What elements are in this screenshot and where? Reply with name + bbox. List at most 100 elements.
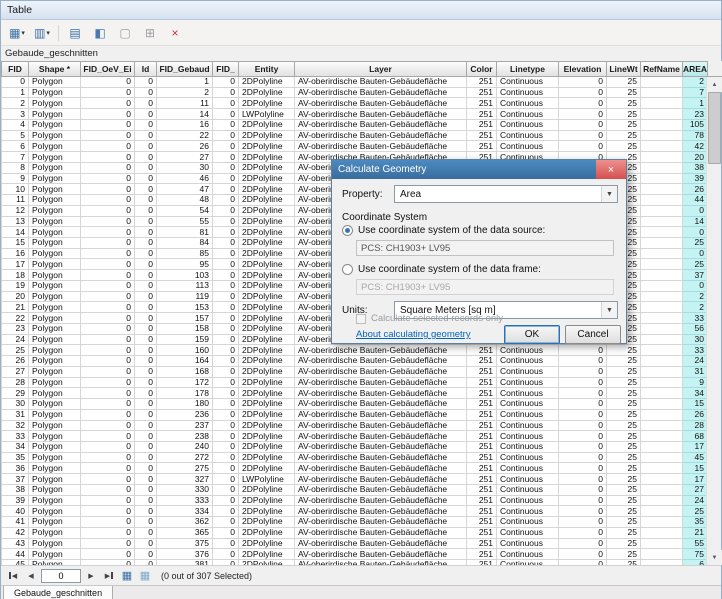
cell-fid_gebaud[interactable]: 180 xyxy=(157,399,213,410)
cell-area[interactable]: 26 xyxy=(683,410,708,421)
cell-area[interactable]: 0 xyxy=(683,281,708,292)
cell-fid_gebaud[interactable]: 333 xyxy=(157,496,213,507)
cell-id[interactable]: 0 xyxy=(135,259,157,270)
cell-entity[interactable]: 2DPolyline xyxy=(239,227,295,238)
cell-entity[interactable]: 2DPolyline xyxy=(239,238,295,249)
cell-fid_[interactable]: 0 xyxy=(213,431,239,442)
cell-elevation[interactable]: 0 xyxy=(559,485,607,496)
cell-id[interactable]: 0 xyxy=(135,152,157,163)
cell-fid_[interactable]: 0 xyxy=(213,238,239,249)
cell-linetype[interactable]: Continuous xyxy=(497,442,559,453)
cell-refname[interactable] xyxy=(641,292,683,303)
cell-linewt[interactable]: 25 xyxy=(607,496,641,507)
cell-fid_oev_ei[interactable]: 0 xyxy=(81,496,135,507)
cell-fid_oev_ei[interactable]: 0 xyxy=(81,259,135,270)
cell-layer[interactable]: AV-oberirdische Bauten-Gebäudefläche xyxy=(295,496,467,507)
clear-selection-button[interactable]: ▢ xyxy=(113,23,137,43)
cell-color[interactable]: 251 xyxy=(467,431,497,442)
cell-fid_gebaud[interactable]: 178 xyxy=(157,388,213,399)
cell-elevation[interactable]: 0 xyxy=(559,474,607,485)
cell-refname[interactable] xyxy=(641,528,683,539)
cell-linewt[interactable]: 25 xyxy=(607,378,641,389)
cell-id[interactable]: 0 xyxy=(135,281,157,292)
cell-fid[interactable]: 1 xyxy=(1,88,29,99)
cell-fid_gebaud[interactable]: 22 xyxy=(157,131,213,142)
cell-refname[interactable] xyxy=(641,399,683,410)
cell-shape[interactable]: Polygon xyxy=(29,292,81,303)
cell-fid[interactable]: 11 xyxy=(1,195,29,206)
cell-shape[interactable]: Polygon xyxy=(29,270,81,281)
cell-fid[interactable]: 31 xyxy=(1,410,29,421)
cell-fid_[interactable]: 0 xyxy=(213,485,239,496)
cell-area[interactable]: 15 xyxy=(683,463,708,474)
cell-elevation[interactable]: 0 xyxy=(559,528,607,539)
table-row[interactable]: 6Polygon002602DPolylineAV-oberirdische B… xyxy=(1,141,721,152)
cell-id[interactable]: 0 xyxy=(135,539,157,550)
cell-entity[interactable]: 2DPolyline xyxy=(239,141,295,152)
cell-id[interactable]: 0 xyxy=(135,324,157,335)
cell-layer[interactable]: AV-oberirdische Bauten-Gebäudefläche xyxy=(295,410,467,421)
column-header-entity[interactable]: Entity xyxy=(239,61,295,77)
cell-fid_oev_ei[interactable]: 0 xyxy=(81,131,135,142)
cell-fid_[interactable]: 0 xyxy=(213,227,239,238)
cell-color[interactable]: 251 xyxy=(467,345,497,356)
cell-fid[interactable]: 25 xyxy=(1,345,29,356)
cell-fid[interactable]: 38 xyxy=(1,485,29,496)
cell-fid[interactable]: 36 xyxy=(1,463,29,474)
cell-fid_gebaud[interactable]: 46 xyxy=(157,174,213,185)
column-header-id[interactable]: Id xyxy=(135,61,157,77)
table-row[interactable]: 42Polygon0036502DPolylineAV-oberirdische… xyxy=(1,528,721,539)
cell-area[interactable]: 26 xyxy=(683,184,708,195)
cell-fid_oev_ei[interactable]: 0 xyxy=(81,453,135,464)
cell-id[interactable]: 0 xyxy=(135,485,157,496)
show-all-records-button[interactable]: ▦ xyxy=(119,568,135,583)
cell-refname[interactable] xyxy=(641,345,683,356)
cell-linewt[interactable]: 25 xyxy=(607,356,641,367)
cell-elevation[interactable]: 0 xyxy=(559,120,607,131)
cell-color[interactable]: 251 xyxy=(467,77,497,88)
cell-fid[interactable]: 23 xyxy=(1,324,29,335)
cell-area[interactable]: 27 xyxy=(683,485,708,496)
cell-fid_gebaud[interactable]: 376 xyxy=(157,549,213,560)
cell-area[interactable]: 78 xyxy=(683,131,708,142)
table-row[interactable]: 35Polygon0027202DPolylineAV-oberirdische… xyxy=(1,453,721,464)
cell-id[interactable]: 0 xyxy=(135,88,157,99)
cell-shape[interactable]: Polygon xyxy=(29,77,81,88)
cell-id[interactable]: 0 xyxy=(135,356,157,367)
cell-fid_[interactable]: 0 xyxy=(213,131,239,142)
cell-linewt[interactable]: 25 xyxy=(607,549,641,560)
cell-fid_[interactable]: 0 xyxy=(213,506,239,517)
cell-shape[interactable]: Polygon xyxy=(29,453,81,464)
cell-area[interactable]: 2 xyxy=(683,77,708,88)
cell-entity[interactable]: 2DPolyline xyxy=(239,442,295,453)
cell-id[interactable]: 0 xyxy=(135,528,157,539)
cell-fid_[interactable]: 0 xyxy=(213,560,239,565)
cell-shape[interactable]: Polygon xyxy=(29,474,81,485)
cell-entity[interactable]: 2DPolyline xyxy=(239,549,295,560)
cell-fid[interactable]: 33 xyxy=(1,431,29,442)
cell-id[interactable]: 0 xyxy=(135,206,157,217)
column-header-linetype[interactable]: Linetype xyxy=(497,61,559,77)
cell-area[interactable]: 0 xyxy=(683,206,708,217)
cell-linewt[interactable]: 25 xyxy=(607,474,641,485)
table-row[interactable]: 39Polygon0033302DPolylineAV-oberirdische… xyxy=(1,496,721,507)
cell-fid_oev_ei[interactable]: 0 xyxy=(81,313,135,324)
cell-layer[interactable]: AV-oberirdische Bauten-Gebäudefläche xyxy=(295,549,467,560)
cell-fid_[interactable]: 0 xyxy=(213,141,239,152)
cell-id[interactable]: 0 xyxy=(135,442,157,453)
cell-linetype[interactable]: Continuous xyxy=(497,399,559,410)
cell-color[interactable]: 251 xyxy=(467,549,497,560)
cell-id[interactable]: 0 xyxy=(135,120,157,131)
cell-color[interactable]: 251 xyxy=(467,463,497,474)
cell-area[interactable]: 38 xyxy=(683,163,708,174)
table-row[interactable]: 32Polygon0023702DPolylineAV-oberirdische… xyxy=(1,421,721,432)
cell-entity[interactable]: 2DPolyline xyxy=(239,281,295,292)
cell-color[interactable]: 251 xyxy=(467,378,497,389)
cell-refname[interactable] xyxy=(641,141,683,152)
cell-fid_oev_ei[interactable]: 0 xyxy=(81,517,135,528)
cell-shape[interactable]: Polygon xyxy=(29,163,81,174)
cell-entity[interactable]: LWPolyline xyxy=(239,474,295,485)
cell-linewt[interactable]: 25 xyxy=(607,345,641,356)
cell-fid_gebaud[interactable]: 365 xyxy=(157,528,213,539)
cell-area[interactable]: 25 xyxy=(683,259,708,270)
